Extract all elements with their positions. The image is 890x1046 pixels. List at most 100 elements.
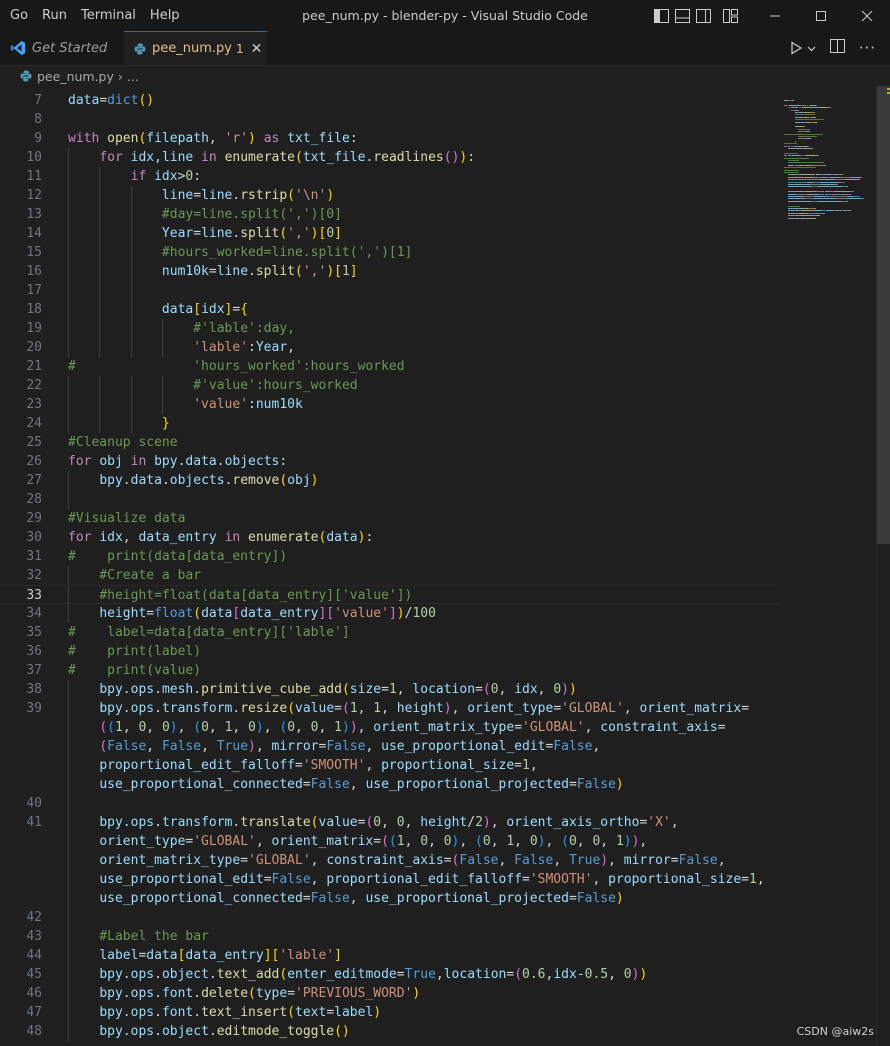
code-token: text [295, 1005, 327, 1020]
code-token: } [161, 416, 170, 431]
code-line[interactable]: 8 [0, 110, 780, 129]
breadcrumb-symbols[interactable]: ... [127, 69, 139, 84]
code-line[interactable]: 17 [0, 281, 780, 300]
tab-get-started[interactable]: Get Started [0, 31, 124, 65]
menu-go[interactable]: Go [3, 8, 35, 23]
minimap-mark [834, 191, 850, 193]
run-python-file-button[interactable] [789, 41, 816, 55]
code-token: False [326, 739, 366, 754]
code-token: '\n' [295, 188, 327, 203]
code-line[interactable]: 28 [0, 490, 780, 509]
code-line[interactable]: 48 bpy.ops.object.editmode_toggle() [0, 1022, 780, 1041]
code-line[interactable]: 16 num10k=line.split(',')[1] [0, 262, 780, 281]
code-line[interactable]: 38 bpy.ops.mesh.primitive_cube_add(size=… [0, 680, 780, 699]
code-line[interactable]: 18 data[idx]={ [0, 300, 780, 319]
code-line[interactable]: 43 #Label the bar [0, 927, 780, 946]
code-line[interactable]: orient_matrix_type='GLOBAL', constraint_… [0, 851, 780, 870]
code-token: value [318, 815, 358, 830]
code-line[interactable]: 14 Year=line.split(',')[0] [0, 224, 780, 243]
code-line[interactable]: orient_type='GLOBAL', orient_matrix=((1,… [0, 832, 780, 851]
code-line[interactable]: 10 for idx,line in enumerate(txt_file.re… [0, 148, 780, 167]
tab-pee-num-py[interactable]: pee_num.py 1 ✕ [124, 31, 267, 65]
code-text: data[idx]={ [68, 300, 248, 319]
maximize-button[interactable] [798, 0, 844, 31]
code-line[interactable]: 19 #'lable':day, [0, 319, 780, 338]
code-text: 'value':num10k [68, 395, 303, 414]
minimap[interactable] [780, 86, 876, 1046]
code-line[interactable]: 21 # 'hours_worked':hours_worked [0, 357, 780, 376]
code-token: = [396, 967, 405, 982]
code-line[interactable]: 36 # print(label) [0, 642, 780, 661]
code-line[interactable]: 20 'lable':Year, [0, 338, 780, 357]
close-window-button[interactable] [844, 0, 890, 31]
minimap-mark [818, 155, 820, 157]
code-line[interactable]: 44 label=data[data_entry]['lable'] [0, 946, 780, 965]
more-actions-icon[interactable]: ··· [859, 39, 876, 57]
code-line[interactable]: 27 bpy.data.objects.remove(obj) [0, 471, 780, 490]
code-line[interactable]: 40 [0, 794, 780, 813]
menu-run[interactable]: Run [35, 8, 74, 23]
code-line[interactable]: 42 [0, 908, 780, 927]
minimize-button[interactable] [752, 0, 798, 31]
code-line[interactable]: 33 #height=float(data[data_entry]['value… [0, 585, 780, 605]
code-line[interactable]: 9 with open(filepath, 'r') as txt_file: [0, 129, 780, 148]
toggle-primary-sidebar-icon[interactable] [654, 8, 669, 23]
close-tab-icon[interactable]: ✕ [251, 41, 263, 57]
minimap-mark [811, 184, 819, 185]
customize-layout-icon[interactable] [723, 8, 738, 23]
code-token: 1 [373, 701, 382, 716]
code-line[interactable]: 29 #Visualize data [0, 509, 780, 528]
code-line[interactable]: ((1, 0, 0), (0, 1, 0), (0, 0, 1)), orien… [0, 718, 780, 737]
code-line[interactable]: 22 #'value':hours_worked [0, 376, 780, 395]
code-line[interactable]: 12 line=line.rstrip('\n') [0, 186, 780, 205]
code-line[interactable]: 39 bpy.ops.transform.resize(value=(1, 1,… [0, 699, 780, 718]
code-line[interactable]: proportional_edit_falloff='SMOOTH', prop… [0, 756, 780, 775]
minimap-mark [810, 212, 824, 214]
code-line[interactable]: 41 bpy.ops.transform.translate(value=(0,… [0, 813, 780, 832]
code-line[interactable]: 7 data=dict() [0, 91, 780, 110]
code-token: # label=data[data_entry]['lable'] [68, 625, 350, 640]
code-line[interactable]: 47 bpy.ops.font.text_insert(text=label) [0, 1003, 780, 1022]
code-line[interactable]: 23 'value':num10k [0, 395, 780, 414]
code-line[interactable]: 30 for idx, data_entry in enumerate(data)… [0, 528, 780, 547]
split-editor-icon[interactable] [829, 39, 845, 57]
menu-help[interactable]: Help [143, 8, 187, 23]
code-line[interactable]: 13 #day=line.split(',')[0] [0, 205, 780, 224]
scrollbar-thumb[interactable] [877, 86, 890, 544]
code-line[interactable]: 15 #hours_worked=line.split(',')[1] [0, 243, 780, 262]
code-line[interactable]: use_proportional_connected=False, use_pr… [0, 775, 780, 794]
code-token: ( [248, 986, 256, 1001]
title-bar: Go Run Terminal Help pee_num.py - blende… [0, 0, 890, 31]
code-text: bpy.ops.font.delete(type='PREVIOUS_WORD'… [68, 984, 420, 1003]
code-token: ( [107, 720, 115, 735]
code-line[interactable]: 11 if idx>0: [0, 167, 780, 186]
toggle-panel-icon[interactable] [675, 8, 690, 23]
code-line[interactable]: 46 bpy.ops.font.delete(type='PREVIOUS_WO… [0, 984, 780, 1003]
code-line[interactable]: use_proportional_edit=False, proportiona… [0, 870, 780, 889]
code-token: orient_matrix_type [99, 853, 241, 868]
code-line[interactable]: use_proportional_connected=False, use_pr… [0, 889, 780, 908]
vertical-scrollbar[interactable] [876, 86, 890, 1046]
code-line[interactable]: 35 # label=data[data_entry]['lable'] [0, 623, 780, 642]
code-line[interactable]: (False, False, True), mirror=False, use_… [0, 737, 780, 756]
breadcrumb-file[interactable]: pee_num.py [37, 69, 114, 84]
code-line[interactable]: 24 } [0, 414, 780, 433]
code-token: size [349, 682, 382, 697]
code-token: , [404, 815, 421, 830]
code-line[interactable]: 34 height=float(data[data_entry]['value'… [0, 604, 780, 623]
toggle-secondary-sidebar-icon[interactable] [696, 8, 711, 23]
code-line[interactable]: 31 # print(data[data_entry]) [0, 547, 780, 566]
code-line[interactable]: 25 #Cleanup scene [0, 433, 780, 452]
code-line[interactable]: 32 #Create a bar [0, 566, 780, 585]
menu-terminal[interactable]: Terminal [74, 8, 143, 23]
code-token: = [302, 777, 311, 792]
code-line[interactable]: 37 # print(value) [0, 661, 780, 680]
code-line[interactable]: 45 bpy.ops.object.text_add(enter_editmod… [0, 965, 780, 984]
code-token: ) [600, 853, 609, 868]
code-token: ] [388, 606, 397, 621]
code-line[interactable]: 26 for obj in bpy.data.objects: [0, 452, 780, 471]
code-editor[interactable]: 7 data=dict() 8 9 with open(filepath, 'r') a… [0, 86, 780, 1046]
